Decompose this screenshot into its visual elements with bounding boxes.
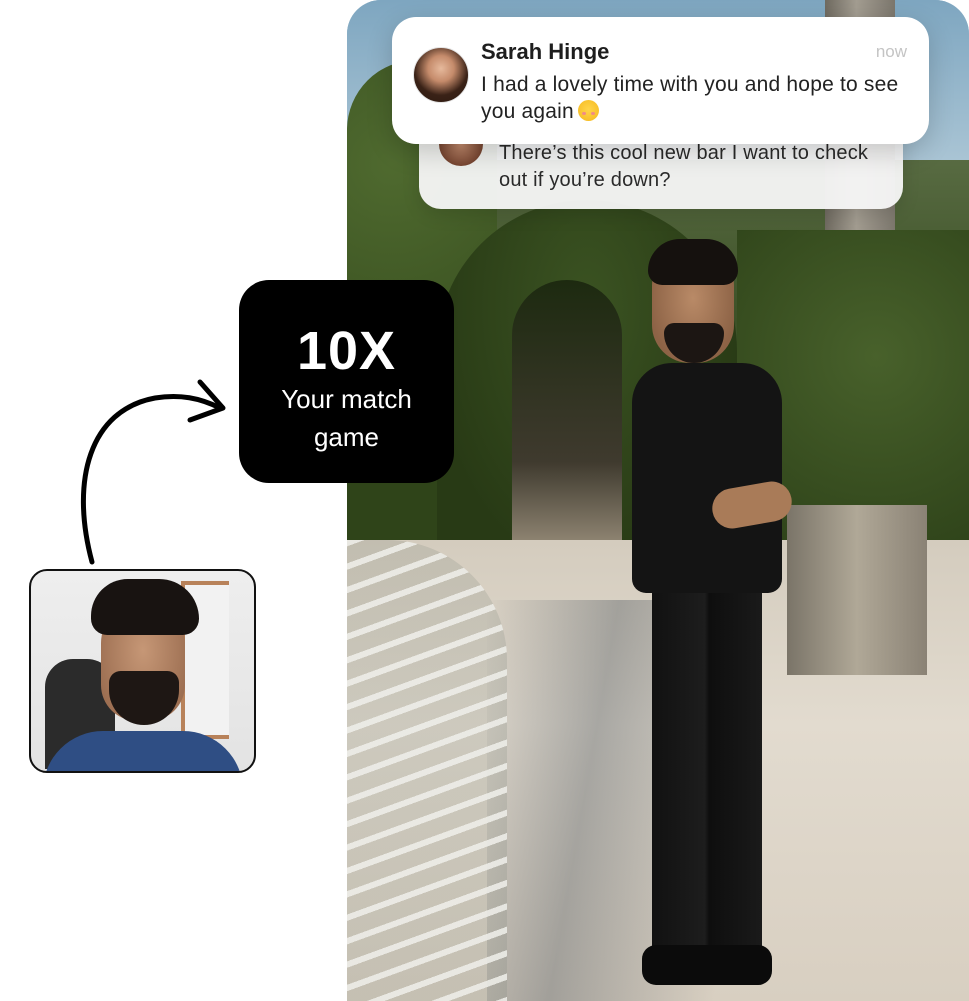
man-in-black	[602, 239, 802, 985]
10x-badge: 10X Your match game	[239, 280, 454, 483]
column-base	[787, 505, 927, 675]
sender-name: Sarah Hinge	[481, 39, 610, 64]
notification-card-front[interactable]: Sarah Hinge now I had a lovely time with…	[392, 17, 929, 144]
badge-subtitle: Your match game	[239, 380, 454, 456]
curved-arrow-icon	[80, 379, 226, 565]
person-hair	[648, 239, 738, 285]
person-hair	[91, 579, 199, 635]
notification-message-back: There’s this cool new bar I want to chec…	[499, 142, 869, 191]
curved-railing	[347, 540, 507, 1001]
person-torso	[632, 363, 782, 593]
before-photo	[29, 569, 256, 773]
badge-subtitle-line1: Your match	[281, 384, 412, 414]
notification-message-text: I had a lovely time with you and hope to…	[481, 73, 899, 123]
person-shoes	[642, 945, 772, 985]
badge-multiplier: 10X	[296, 321, 397, 381]
smiling-blush-emoji-icon	[577, 100, 599, 121]
notification-message-front: I had a lovely time with you and hope to…	[481, 71, 901, 125]
sender-avatar	[413, 47, 469, 103]
person-legs	[652, 585, 762, 965]
badge-subtitle-line2: game	[313, 422, 380, 452]
notification-time: now	[875, 42, 907, 61]
